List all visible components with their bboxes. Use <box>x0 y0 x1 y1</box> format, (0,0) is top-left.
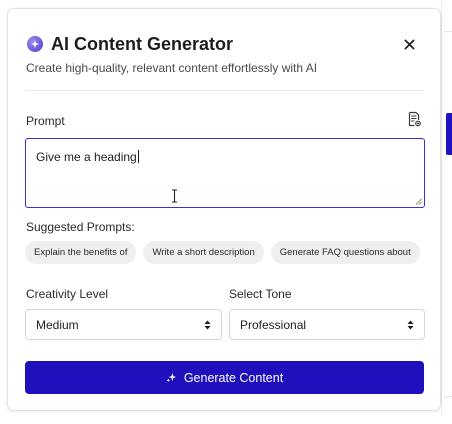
generate-content-label: Generate Content <box>183 370 284 385</box>
background-divider <box>444 31 452 32</box>
creativity-level-value: Medium <box>36 317 79 332</box>
dialog-header: AI Content Generator <box>26 31 424 57</box>
sparkle-icon <box>166 372 176 383</box>
background-accent-bar <box>446 113 452 155</box>
text-caret <box>137 150 139 163</box>
header-divider <box>26 90 424 91</box>
prompt-textarea[interactable]: Give me a heading <box>25 138 425 208</box>
suggested-prompt-chip[interactable]: Explain the benefits of <box>25 241 137 264</box>
creativity-level-select[interactable]: Medium <box>25 309 222 340</box>
prompt-label: Prompt <box>26 114 65 128</box>
suggested-prompt-chip[interactable]: Generate FAQ questions about <box>270 241 420 264</box>
ai-content-generator-dialog: AI Content Generator Create high-quality… <box>7 8 441 411</box>
suggested-prompts-label: Suggested Prompts: <box>26 220 135 234</box>
close-button[interactable] <box>400 35 418 53</box>
select-tone-value: Professional <box>240 317 307 332</box>
generate-content-button[interactable]: Generate Content <box>25 361 424 394</box>
select-arrows-icon <box>407 320 414 329</box>
background-page <box>441 0 452 424</box>
suggested-prompt-chip[interactable]: Write a short description <box>143 241 264 264</box>
creativity-level-label: Creativity Level <box>26 287 109 301</box>
document-template-button[interactable] <box>406 111 422 127</box>
select-tone-label: Select Tone <box>229 287 292 301</box>
prompt-text: Give me a heading <box>36 150 137 164</box>
select-tone-select[interactable]: Professional <box>229 309 425 340</box>
dialog-title: AI Content Generator <box>51 33 234 54</box>
ibeam-cursor-icon <box>172 189 177 203</box>
background-divider <box>444 396 452 397</box>
suggested-prompts-list: Explain the benefits of Write a short de… <box>25 241 420 264</box>
close-icon <box>404 39 414 49</box>
select-arrows-icon <box>204 320 211 329</box>
background-page-bottom <box>0 416 452 424</box>
resize-grip-icon[interactable] <box>415 198 422 205</box>
dialog-subtitle: Create high-quality, relevant content ef… <box>26 61 318 75</box>
document-template-icon <box>408 111 421 127</box>
sparkle-icon <box>27 36 43 52</box>
